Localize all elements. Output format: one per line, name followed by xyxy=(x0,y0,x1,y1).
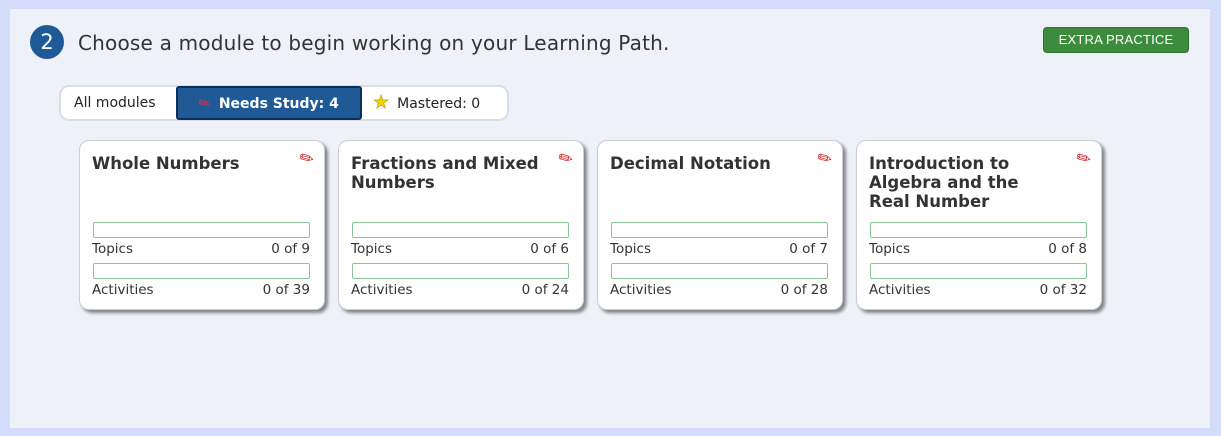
activities-count: 0 of 39 xyxy=(262,282,310,298)
topics-row: Topics 0 of 9 xyxy=(92,241,310,257)
activities-progress-bar xyxy=(870,263,1087,279)
module-title: Introduction to Algebra and the Real Num… xyxy=(869,154,1019,211)
activities-row: Activities 0 of 24 xyxy=(351,282,569,298)
star-icon: ★ xyxy=(373,92,390,114)
extra-practice-button[interactable]: EXTRA PRACTICE xyxy=(1043,27,1189,53)
topics-label: Topics xyxy=(92,241,133,257)
module-card-whole-numbers[interactable]: Whole Numbers ✎ Topics 0 of 9 Activities 0… xyxy=(79,140,325,310)
topics-progress-bar xyxy=(352,222,569,238)
activities-label: Activities xyxy=(610,282,672,298)
topics-row: Topics 0 of 6 xyxy=(351,241,569,257)
topics-label: Topics xyxy=(351,241,392,257)
activities-progress-bar xyxy=(352,263,569,279)
topics-label: Topics xyxy=(610,241,651,257)
topics-progress-bar xyxy=(93,222,310,238)
module-title: Fractions and Mixed Numbers xyxy=(351,154,539,192)
activities-count: 0 of 24 xyxy=(521,282,569,298)
activities-count: 0 of 28 xyxy=(780,282,828,298)
activities-progress-bar xyxy=(611,263,828,279)
module-title: Whole Numbers xyxy=(92,154,240,173)
activities-label: Activities xyxy=(92,282,154,298)
pencil-icon: ✎ xyxy=(1072,146,1096,172)
topics-count: 0 of 7 xyxy=(789,241,828,257)
filter-needs-study[interactable]: ✎ Needs Study: 4 xyxy=(176,86,362,120)
page-heading: Choose a module to begin working on your… xyxy=(78,31,670,55)
filter-mastered-label: Mastered: 0 xyxy=(397,96,481,112)
module-title: Decimal Notation xyxy=(610,154,771,173)
module-card-decimal-notation[interactable]: Decimal Notation ✎ Topics 0 of 7 Activiti… xyxy=(597,140,843,310)
topics-count: 0 of 9 xyxy=(271,241,310,257)
topics-progress-bar xyxy=(870,222,1087,238)
activities-label: Activities xyxy=(351,282,413,298)
topics-count: 0 of 6 xyxy=(530,241,569,257)
pencil-icon: ✎ xyxy=(554,146,578,172)
topics-label: Topics xyxy=(869,241,910,257)
topics-row: Topics 0 of 8 xyxy=(869,241,1087,257)
filter-all-modules[interactable]: All modules xyxy=(74,87,156,119)
activities-row: Activities 0 of 39 xyxy=(92,282,310,298)
step-number-badge: 2 xyxy=(30,25,64,59)
pencil-icon: ✎ xyxy=(195,94,215,114)
activities-progress-bar xyxy=(93,263,310,279)
module-filter-group: All modules ✎ Needs Study: 4 ★ Mastered: 0 xyxy=(59,85,509,121)
topics-row: Topics 0 of 7 xyxy=(610,241,828,257)
pencil-icon: ✎ xyxy=(813,146,837,172)
topics-count: 0 of 8 xyxy=(1048,241,1087,257)
activities-label: Activities xyxy=(869,282,931,298)
filter-mastered[interactable]: ★ Mastered: 0 xyxy=(373,87,481,119)
activities-row: Activities 0 of 32 xyxy=(869,282,1087,298)
topics-progress-bar xyxy=(611,222,828,238)
module-card-intro-algebra[interactable]: Introduction to Algebra and the Real Num… xyxy=(856,140,1102,310)
activities-count: 0 of 32 xyxy=(1039,282,1087,298)
pencil-icon: ✎ xyxy=(295,146,319,172)
module-card-fractions[interactable]: Fractions and Mixed Numbers ✎ Topics 0 of… xyxy=(338,140,584,310)
filter-needs-study-label: Needs Study: 4 xyxy=(218,96,339,112)
activities-row: Activities 0 of 28 xyxy=(610,282,828,298)
